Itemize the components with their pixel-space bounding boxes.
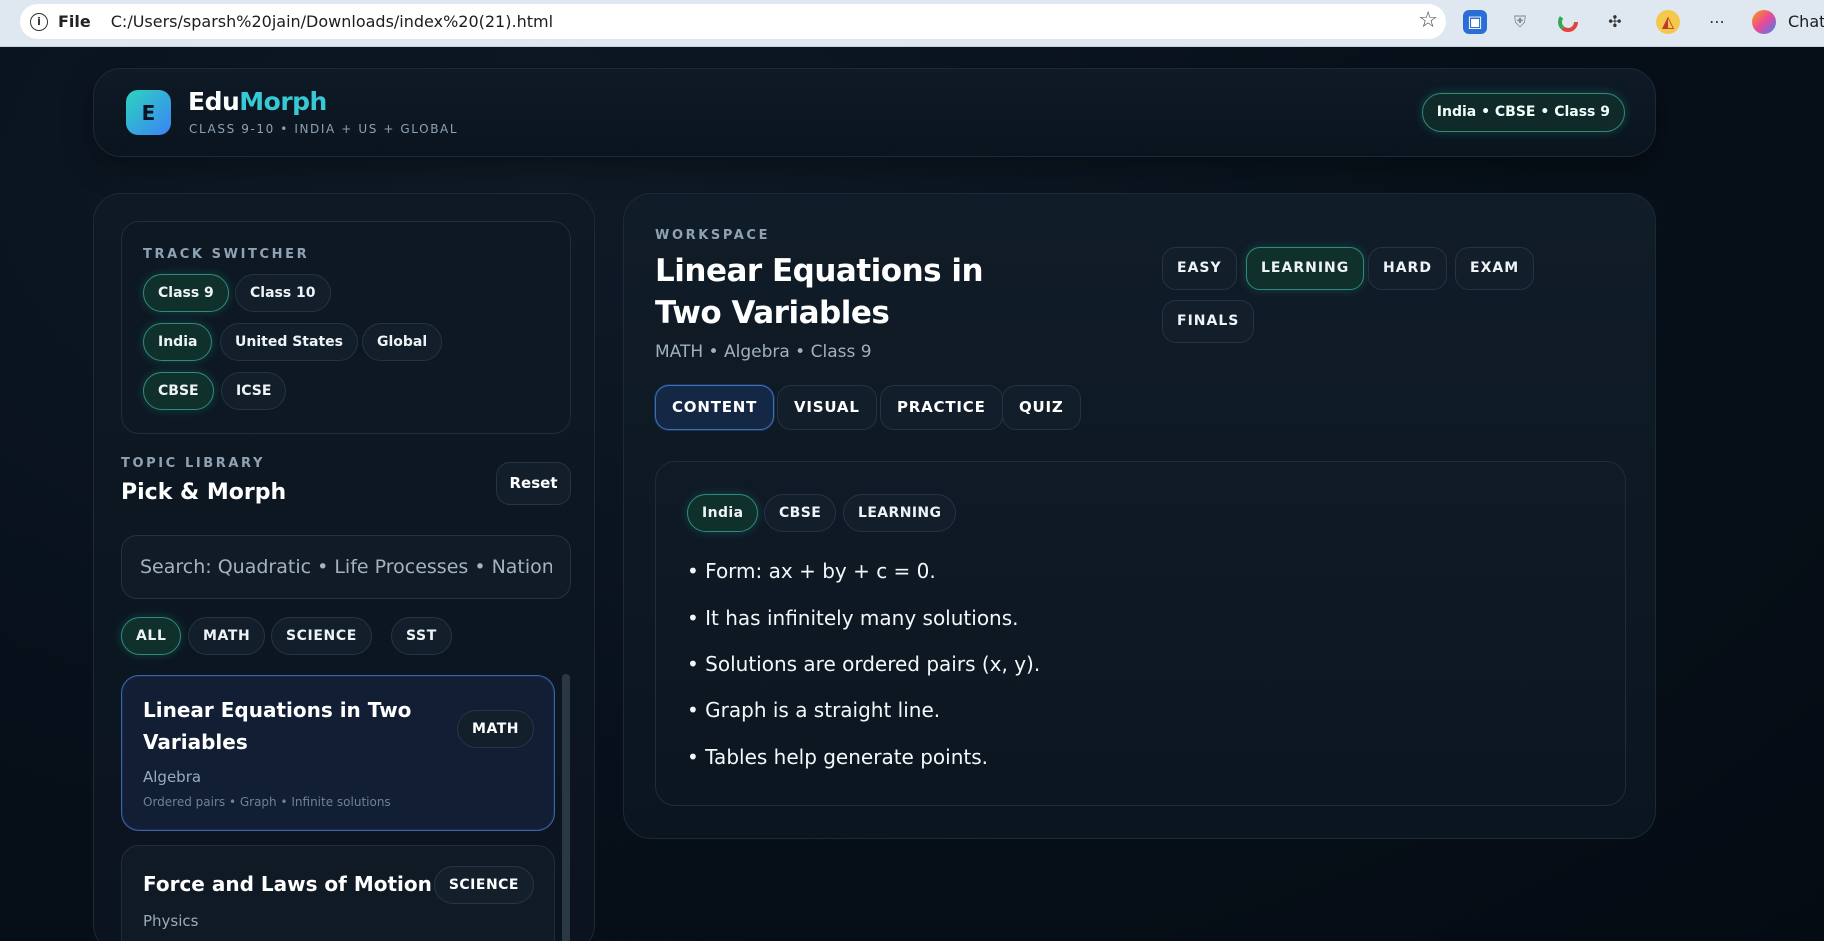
- track-switcher: TRACK SWITCHER Class 9 Class 10 India Un…: [121, 221, 571, 434]
- mode-quiz-tab[interactable]: QUIZ: [1002, 385, 1081, 430]
- chip-class-9[interactable]: Class 9: [143, 274, 229, 312]
- topic-subtopic: Physics: [143, 912, 199, 930]
- chip-region-india[interactable]: India: [143, 323, 213, 361]
- content-bullet: • It has infinitely many solutions.: [687, 606, 1019, 630]
- workspace-meta: MATH • Algebra • Class 9: [655, 342, 872, 362]
- topic-card-force-motion[interactable]: Force and Laws of Motion Physics SCIENCE: [121, 845, 555, 941]
- subject-badge-science: SCIENCE: [433, 866, 534, 904]
- topic-title-line2: Variables: [143, 730, 248, 754]
- content-tag-cbse: CBSE: [764, 494, 837, 532]
- chip-board-icse[interactable]: ICSE: [221, 372, 287, 410]
- url-text[interactable]: C:/Users/sparsh%20jain/Downloads/index%2…: [111, 12, 553, 31]
- chip-board-cbse[interactable]: CBSE: [143, 372, 214, 410]
- topic-library-kicker: TOPIC LIBRARY: [121, 456, 265, 471]
- difficulty-hard[interactable]: HARD: [1368, 247, 1447, 290]
- brand-edu: Edu: [188, 87, 240, 116]
- content-bullet: • Form: ax + by + c = 0.: [687, 559, 936, 583]
- chip-class-10[interactable]: Class 10: [235, 274, 331, 312]
- content-box: India CBSE LEARNING • Form: ax + by + c …: [655, 461, 1626, 806]
- topic-search-input[interactable]: [121, 535, 571, 599]
- topic-library-title: Pick & Morph: [121, 480, 287, 505]
- difficulty-exam[interactable]: EXAM: [1455, 247, 1535, 290]
- puzzle-extensions-icon[interactable]: ✣: [1603, 10, 1627, 34]
- brand-subtitle: CLASS 9-10 • INDIA + US + GLOBAL: [189, 122, 459, 136]
- topic-title-line1: Force and Laws of Motion: [143, 872, 432, 896]
- topic-title-line1: Linear Equations in Two: [143, 698, 412, 722]
- app-header: E EduMorph CLASS 9-10 • INDIA + US + GLO…: [93, 68, 1656, 157]
- copilot-icon[interactable]: [1752, 10, 1776, 34]
- extension-blue-icon[interactable]: ▣: [1463, 10, 1487, 34]
- brand-title: EduMorph: [188, 87, 327, 116]
- shield-icon[interactable]: ⛨: [1508, 10, 1532, 34]
- ring-extension-icon[interactable]: [1556, 10, 1580, 34]
- difficulty-finals[interactable]: FINALS: [1162, 300, 1255, 343]
- topic-tags: Ordered pairs • Graph • Infinite solutio…: [143, 795, 391, 809]
- content-bullet: • Solutions are ordered pairs (x, y).: [687, 652, 1041, 676]
- track-switcher-kicker: TRACK SWITCHER: [143, 247, 310, 262]
- chip-region-global[interactable]: Global: [362, 323, 443, 361]
- filter-all[interactable]: ALL: [121, 617, 182, 655]
- content-tag-india: India: [687, 494, 759, 532]
- app-logo-icon: E: [126, 90, 171, 135]
- more-options-icon[interactable]: ⋯: [1705, 10, 1729, 34]
- mode-visual-tab[interactable]: VISUAL: [777, 385, 877, 430]
- info-icon[interactable]: i: [30, 12, 48, 31]
- content-tag-learning: LEARNING: [843, 494, 957, 532]
- topic-subtopic: Algebra: [143, 768, 202, 786]
- topic-list-scrollbar-thumb[interactable]: [562, 674, 570, 941]
- workspace-panel: WORKSPACE Linear Equations in Two Variab…: [623, 193, 1656, 839]
- subject-badge-math: MATH: [457, 710, 534, 748]
- filter-science[interactable]: SCIENCE: [271, 617, 372, 655]
- chip-region-us[interactable]: United States: [220, 323, 358, 361]
- reset-button[interactable]: Reset: [496, 462, 571, 505]
- topic-card-linear-equations[interactable]: Linear Equations in Two Variables Algebr…: [121, 675, 555, 831]
- content-bullet: • Tables help generate points.: [687, 745, 988, 769]
- difficulty-easy[interactable]: EASY: [1162, 247, 1237, 290]
- mode-practice-tab[interactable]: PRACTICE: [880, 385, 1003, 430]
- difficulty-learning[interactable]: LEARNING: [1246, 247, 1365, 290]
- workspace-title: Linear Equations in Two Variables: [655, 253, 984, 331]
- mode-content-tab[interactable]: CONTENT: [655, 385, 775, 430]
- address-bar[interactable]: i File C:/Users/sparsh%20jain/Downloads/…: [20, 4, 1446, 39]
- pizza-avatar-icon[interactable]: ◭: [1656, 10, 1680, 34]
- filter-math[interactable]: MATH: [188, 617, 266, 655]
- file-label: File: [58, 12, 91, 31]
- workspace-kicker: WORKSPACE: [655, 228, 771, 243]
- chat-label[interactable]: Chat: [1788, 12, 1824, 31]
- bookmark-star-icon[interactable]: ☆: [1418, 10, 1438, 32]
- browser-toolbar: i File C:/Users/sparsh%20jain/Downloads/…: [0, 0, 1824, 47]
- context-badge: India • CBSE • Class 9: [1421, 93, 1625, 132]
- left-panel: TRACK SWITCHER Class 9 Class 10 India Un…: [93, 193, 595, 941]
- filter-sst[interactable]: SST: [391, 617, 452, 655]
- content-bullet: • Graph is a straight line.: [687, 698, 941, 722]
- brand-morph: Morph: [239, 87, 327, 116]
